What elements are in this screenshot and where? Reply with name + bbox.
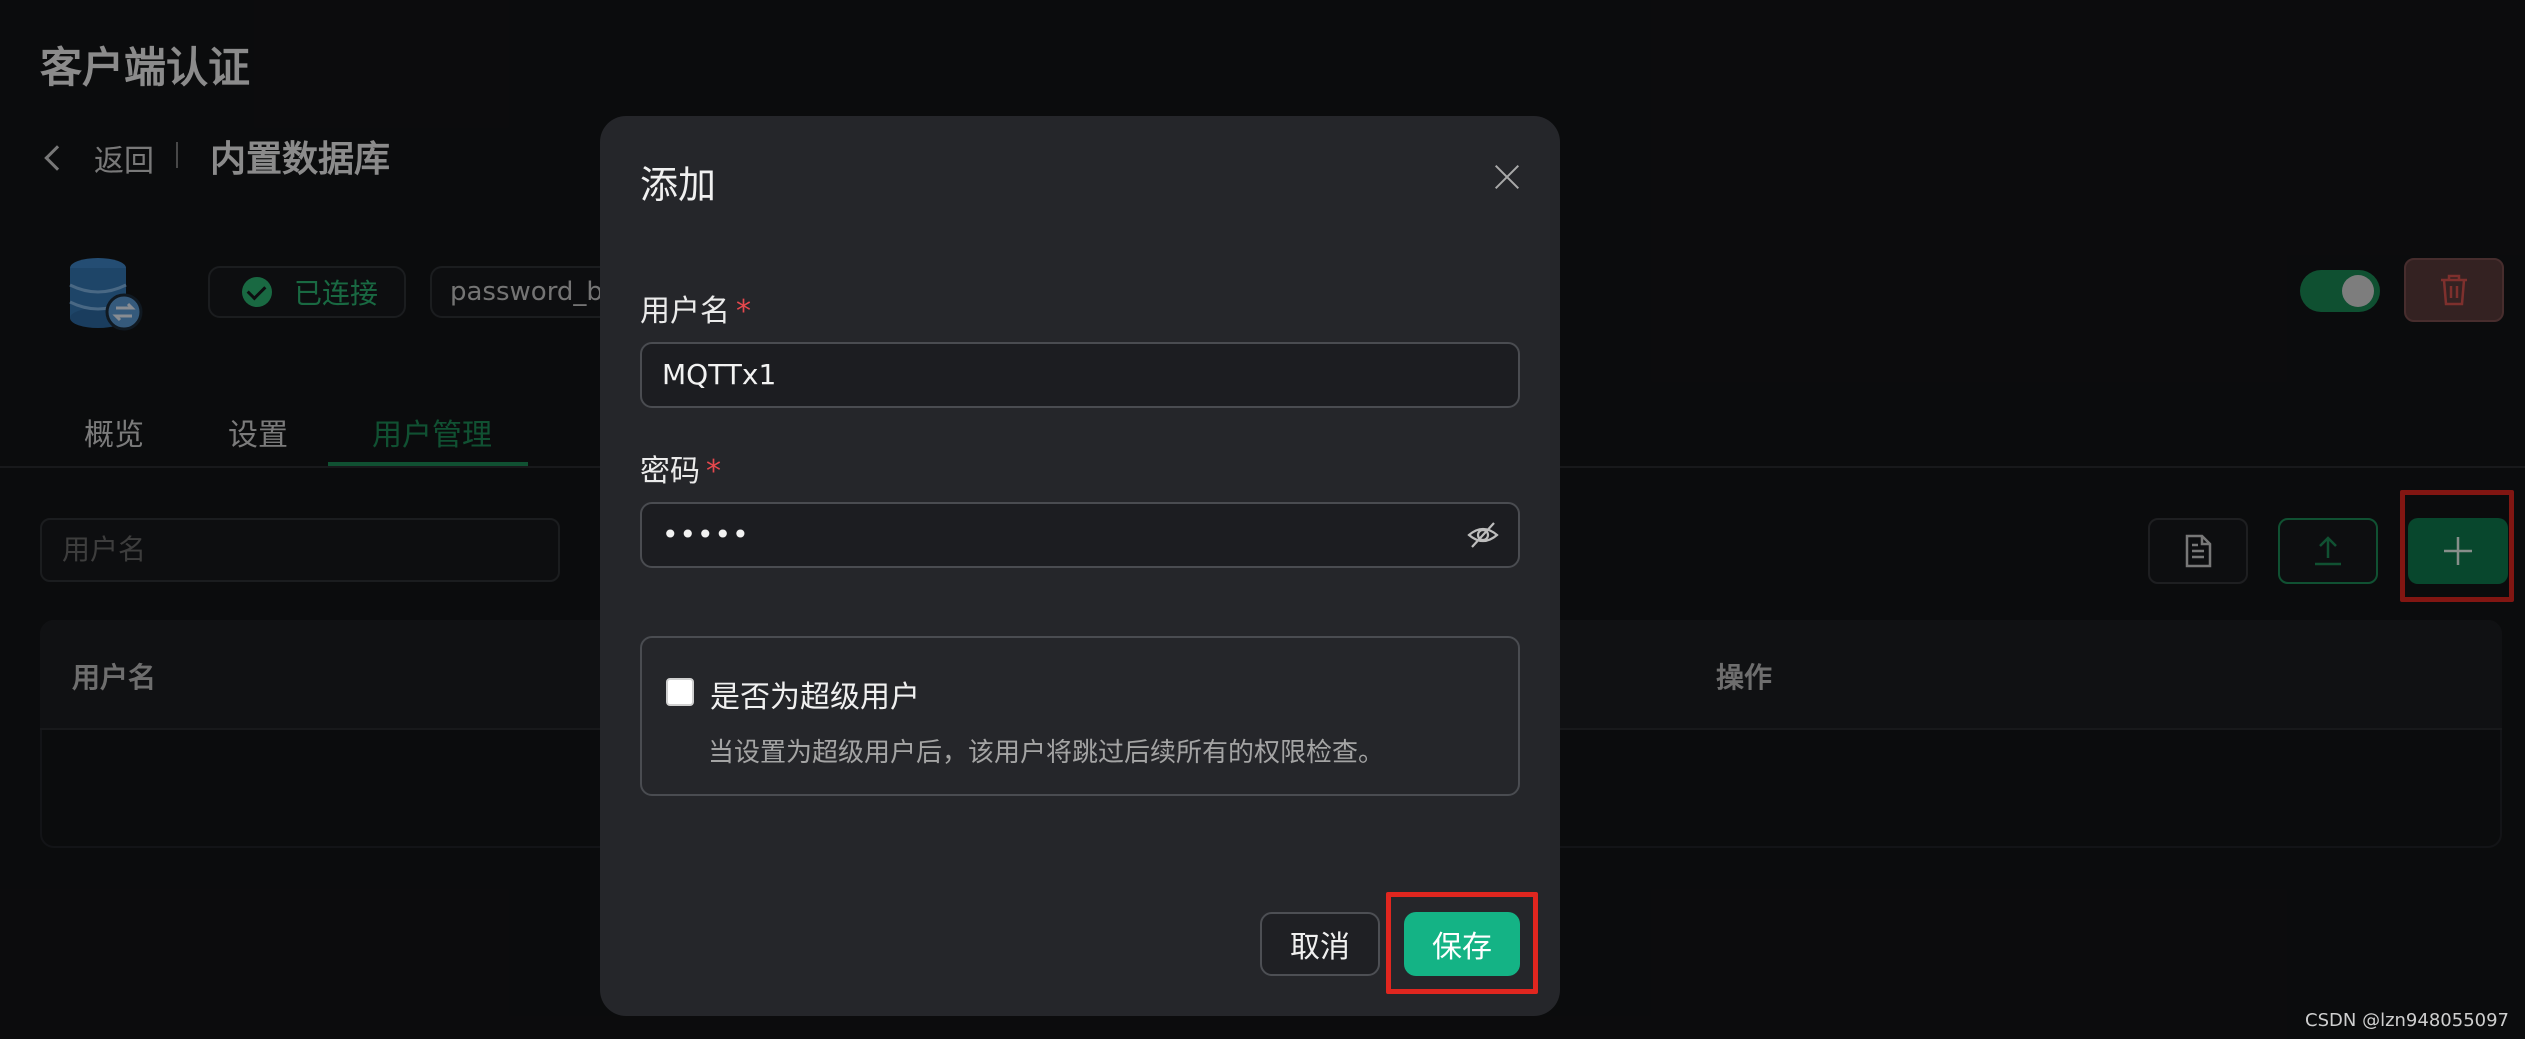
- superuser-checkbox[interactable]: [666, 678, 694, 706]
- superuser-section: [640, 636, 1520, 796]
- superuser-label[interactable]: 是否为超级用户: [710, 672, 920, 716]
- password-field[interactable]: •••••: [640, 502, 1520, 568]
- username-label-text: 用户名: [640, 294, 730, 329]
- superuser-hint: 当设置为超级用户后，该用户将跳过后续所有的权限检查。: [708, 738, 1385, 768]
- required-mark: *: [706, 454, 721, 489]
- username-label: 用户名 *: [640, 286, 751, 330]
- password-label-text: 密码: [640, 454, 700, 489]
- password-label: 密码 *: [640, 446, 721, 490]
- cancel-button[interactable]: 取消: [1260, 912, 1380, 976]
- dialog-title: 添加: [640, 163, 717, 207]
- eye-off-icon[interactable]: [1466, 520, 1500, 550]
- username-field[interactable]: MQTTx1: [640, 342, 1520, 408]
- close-icon[interactable]: [1494, 164, 1520, 190]
- highlight-box-save-button: [1386, 892, 1538, 994]
- required-mark: *: [736, 294, 751, 329]
- watermark: CSDN @lzn948055097: [2305, 1010, 2509, 1031]
